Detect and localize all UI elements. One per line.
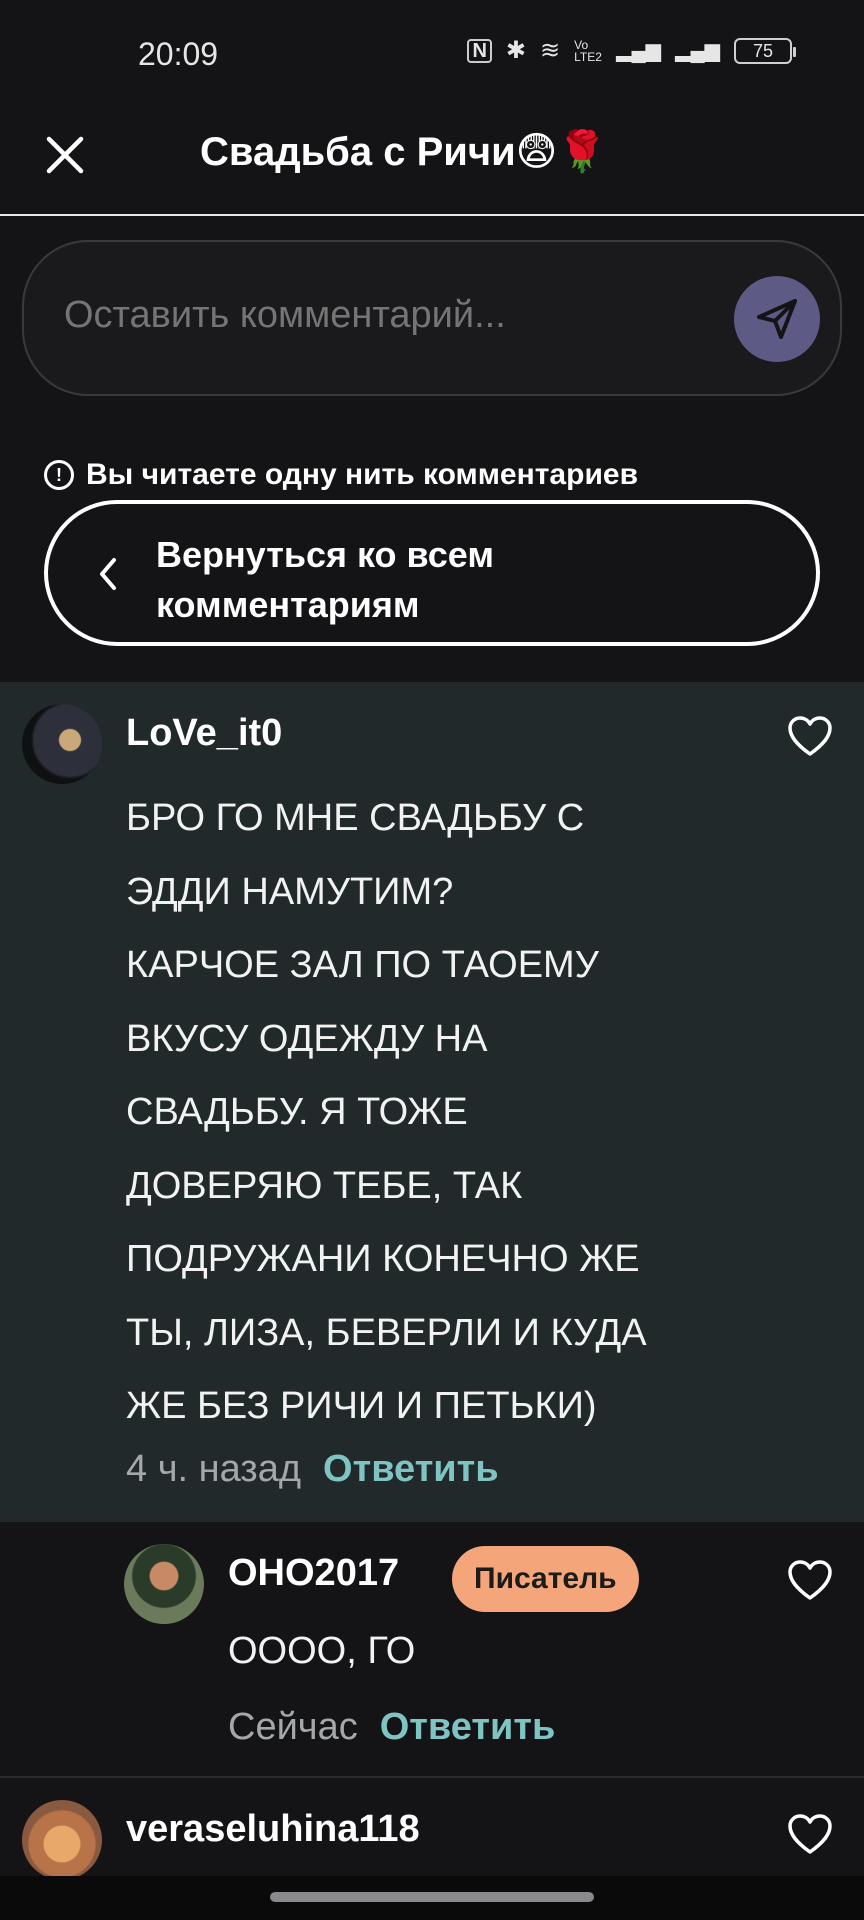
comment-author[interactable]: LoVe_it0 xyxy=(126,712,282,755)
comment-box xyxy=(22,240,842,396)
send-icon xyxy=(757,299,797,339)
page-title: Свадьба с Ричи😨🌹 xyxy=(200,130,608,174)
reply-button[interactable]: Ответить xyxy=(380,1706,556,1749)
comment-text: БРО ГО МНЕ СВАДЬБУ С ЭДДИ НАМУТИМ? КАРЧО… xyxy=(126,782,726,1444)
comment-line: ДОВЕРЯЮ ТЕБЕ, ТАК xyxy=(126,1164,523,1207)
home-indicator[interactable] xyxy=(270,1892,594,1902)
comment-line: СВАДЬБУ. Я ТОЖЕ xyxy=(126,1091,468,1133)
comment-line: ЭДДИ НАМУТИМ? xyxy=(126,870,454,913)
writer-badge: Писатель xyxy=(452,1546,639,1612)
reply-button[interactable]: Ответить xyxy=(323,1448,499,1491)
comment-input[interactable] xyxy=(64,294,704,337)
comment-line: БРО ГО МНЕ СВАДЬБУ С xyxy=(126,797,585,839)
send-button[interactable] xyxy=(734,276,820,362)
status-bar: 20:09 N ✱ ≋ Vo LTE2 ▂▄▆ ▂▄▆ 75 xyxy=(0,0,864,100)
comment-time: 4 ч. назад xyxy=(126,1448,302,1490)
signal-icon-2: ▂▄▆ xyxy=(675,40,720,62)
chevron-left-icon xyxy=(100,558,116,590)
header: Свадьба с Ричи😨🌹 xyxy=(0,100,864,216)
thread-notice-text: Вы читаете одну нить комментариев xyxy=(86,458,639,491)
comment-author[interactable]: veraseluhina118 xyxy=(126,1808,420,1851)
main-comment: LoVe_it0 БРО ГО МНЕ СВАДЬБУ С ЭДДИ НАМУТ… xyxy=(0,682,864,1522)
wifi-icon: ≋ xyxy=(540,37,561,64)
status-time: 20:09 xyxy=(138,36,219,72)
info-icon: ! xyxy=(44,460,74,490)
comment-author[interactable]: OHO2017 xyxy=(228,1552,399,1595)
bluetooth-icon: ✱ xyxy=(505,37,527,64)
reply-comment: OHO2017 Писатель OOOO, ГО Сейчас Ответит… xyxy=(0,1522,864,1776)
back-to-all-comments-button[interactable]: Вернуться ко всем комментариям xyxy=(44,500,820,646)
battery-icon: 75 xyxy=(734,38,796,64)
comment-line: ВКУСУ ОДЕЖДУ НА xyxy=(126,1017,488,1060)
navigation-bar xyxy=(0,1876,864,1920)
avatar[interactable] xyxy=(22,704,102,784)
comment-line: ЖЕ БЕЗ РИЧИ И ПЕТЬКИ) xyxy=(126,1385,597,1427)
comment-meta: Сейчас Ответить xyxy=(228,1706,555,1749)
comment-line: КАРЧОЕ ЗАЛ ПО ТАОЕМУ xyxy=(126,944,599,986)
back-button-label: Вернуться ко всем комментариям xyxy=(156,534,494,625)
heart-icon[interactable] xyxy=(786,714,834,758)
comment-line: ТЫ, ЛИЗА, БЕВЕРЛИ И КУДА xyxy=(126,1311,647,1354)
close-icon xyxy=(46,136,84,174)
nfc-icon: N xyxy=(467,39,492,63)
avatar[interactable] xyxy=(22,1800,102,1880)
battery-level: 75 xyxy=(752,41,774,61)
close-button[interactable] xyxy=(38,128,92,182)
avatar[interactable] xyxy=(124,1544,204,1624)
comment-text: OOOO, ГО xyxy=(228,1630,416,1672)
comment-time: Сейчас xyxy=(228,1706,358,1748)
comment-meta: 4 ч. назад Ответить xyxy=(126,1448,499,1491)
signal-icon: ▂▄▆ xyxy=(616,40,662,62)
status-icons: N ✱ ≋ Vo LTE2 ▂▄▆ ▂▄▆ 75 xyxy=(467,37,796,64)
thread-notice: ! Вы читаете одну нить комментариев xyxy=(44,458,638,492)
heart-icon[interactable] xyxy=(786,1558,834,1602)
comment-line: ПОДРУЖАНИ КОНЕЧНО ЖЕ xyxy=(126,1238,640,1280)
volte-icon: Vo LTE2 xyxy=(574,38,602,64)
next-comment: veraseluhina118 xyxy=(0,1776,864,1886)
heart-icon[interactable] xyxy=(786,1812,834,1856)
